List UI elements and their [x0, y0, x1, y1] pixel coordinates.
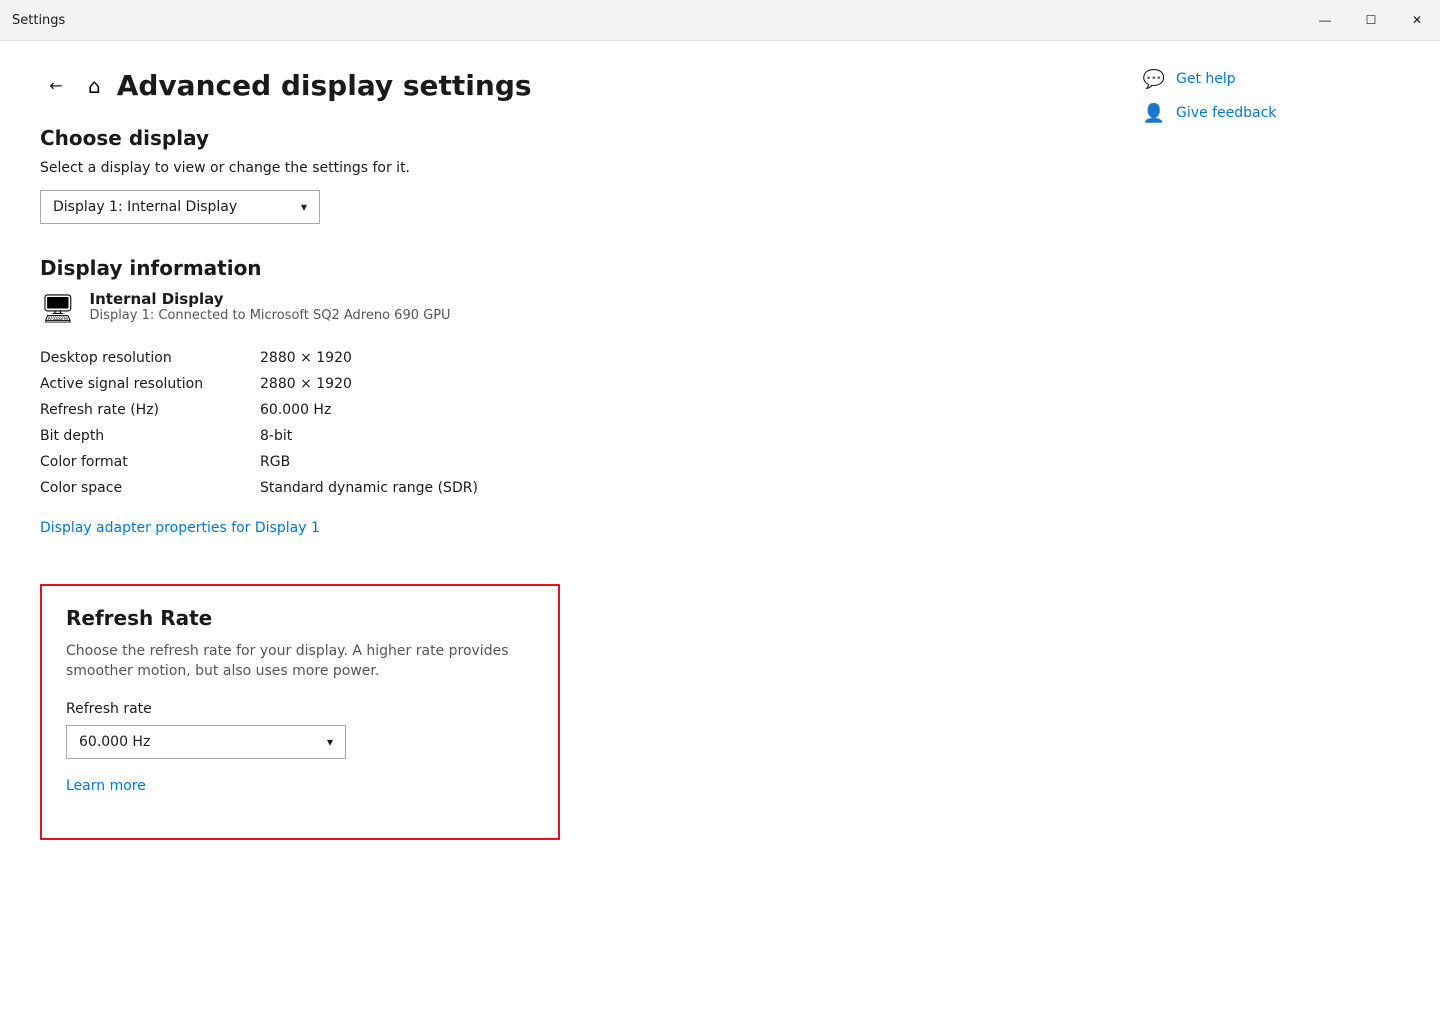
adapter-properties-link[interactable]: Display adapter properties for Display 1 [40, 520, 320, 536]
close-button[interactable]: ✕ [1394, 0, 1440, 40]
table-row: Refresh rate (Hz)60.000 Hz [40, 397, 1080, 423]
info-value: 8-bit [260, 423, 1080, 449]
sidebar-link-icon: 👤 [1144, 103, 1164, 123]
table-row: Active signal resolution2880 × 1920 [40, 371, 1080, 397]
display-subname: Display 1: Connected to Microsoft SQ2 Ad… [90, 308, 451, 323]
display-info-table: Desktop resolution2880 × 1920Active sign… [40, 345, 1080, 501]
page-title: Advanced display settings [117, 69, 532, 102]
title-bar-controls: — ☐ ✕ [1302, 0, 1440, 40]
sidebar-link-label[interactable]: Get help [1176, 71, 1236, 87]
info-label: Refresh rate (Hz) [40, 397, 260, 423]
table-row: Color formatRGB [40, 449, 1080, 475]
table-row: Desktop resolution2880 × 1920 [40, 345, 1080, 371]
refresh-rate-value: 60.000 Hz [79, 734, 150, 750]
refresh-rate-title: Refresh Rate [66, 606, 534, 630]
choose-display-title: Choose display [40, 126, 1080, 150]
refresh-rate-label: Refresh rate [66, 701, 534, 717]
info-value: 2880 × 1920 [260, 345, 1080, 371]
info-value: 60.000 Hz [260, 397, 1080, 423]
refresh-rate-section: Refresh Rate Choose the refresh rate for… [40, 584, 560, 840]
title-bar-left: Settings [12, 13, 65, 28]
display-info-header: 🖥 Internal Display Display 1: Connected … [40, 290, 1080, 325]
content-area: ← ⌂ Advanced display settings Choose dis… [0, 40, 1440, 1013]
sidebar-panel: 💬 Get help 👤 Give feedback [1120, 41, 1440, 1013]
minimize-button[interactable]: — [1302, 0, 1348, 40]
info-label: Bit depth [40, 423, 260, 449]
info-label: Color format [40, 449, 260, 475]
chevron-down-icon: ▾ [327, 735, 333, 749]
display-name: Internal Display [90, 290, 451, 308]
back-button[interactable]: ← [40, 70, 72, 102]
title-bar-title: Settings [12, 13, 65, 28]
table-row: Color spaceStandard dynamic range (SDR) [40, 475, 1080, 501]
main-panel: ← ⌂ Advanced display settings Choose dis… [0, 41, 1120, 1013]
choose-display-section: Choose display Select a display to view … [40, 126, 1080, 224]
refresh-rate-description: Choose the refresh rate for your display… [66, 642, 534, 681]
info-label: Color space [40, 475, 260, 501]
sidebar-link-icon: 💬 [1144, 69, 1164, 89]
sidebar-link-label[interactable]: Give feedback [1176, 105, 1276, 121]
monitor-icon: 🖥 [40, 292, 76, 325]
home-icon: ⌂ [88, 74, 101, 98]
table-row: Bit depth8-bit [40, 423, 1080, 449]
display-name-block: Internal Display Display 1: Connected to… [90, 290, 451, 323]
info-label: Desktop resolution [40, 345, 260, 371]
back-header: ← ⌂ Advanced display settings [40, 69, 1080, 102]
info-value: 2880 × 1920 [260, 371, 1080, 397]
chevron-down-icon: ▾ [301, 200, 307, 214]
display-select-value: Display 1: Internal Display [53, 199, 237, 215]
sidebar-link-item[interactable]: 👤 Give feedback [1144, 103, 1416, 123]
info-label: Active signal resolution [40, 371, 260, 397]
back-arrow-icon: ← [49, 76, 62, 95]
sidebar-link-item[interactable]: 💬 Get help [1144, 69, 1416, 89]
refresh-rate-dropdown[interactable]: 60.000 Hz ▾ [66, 725, 346, 759]
display-information-section: Display information 🖥 Internal Display D… [40, 256, 1080, 560]
title-bar: Settings — ☐ ✕ [0, 0, 1440, 40]
choose-display-subtitle: Select a display to view or change the s… [40, 160, 1080, 176]
display-select-dropdown[interactable]: Display 1: Internal Display ▾ [40, 190, 320, 224]
info-value: RGB [260, 449, 1080, 475]
maximize-button[interactable]: ☐ [1348, 0, 1394, 40]
display-info-title: Display information [40, 256, 1080, 280]
learn-more-link[interactable]: Learn more [66, 778, 146, 794]
info-value: Standard dynamic range (SDR) [260, 475, 1080, 501]
